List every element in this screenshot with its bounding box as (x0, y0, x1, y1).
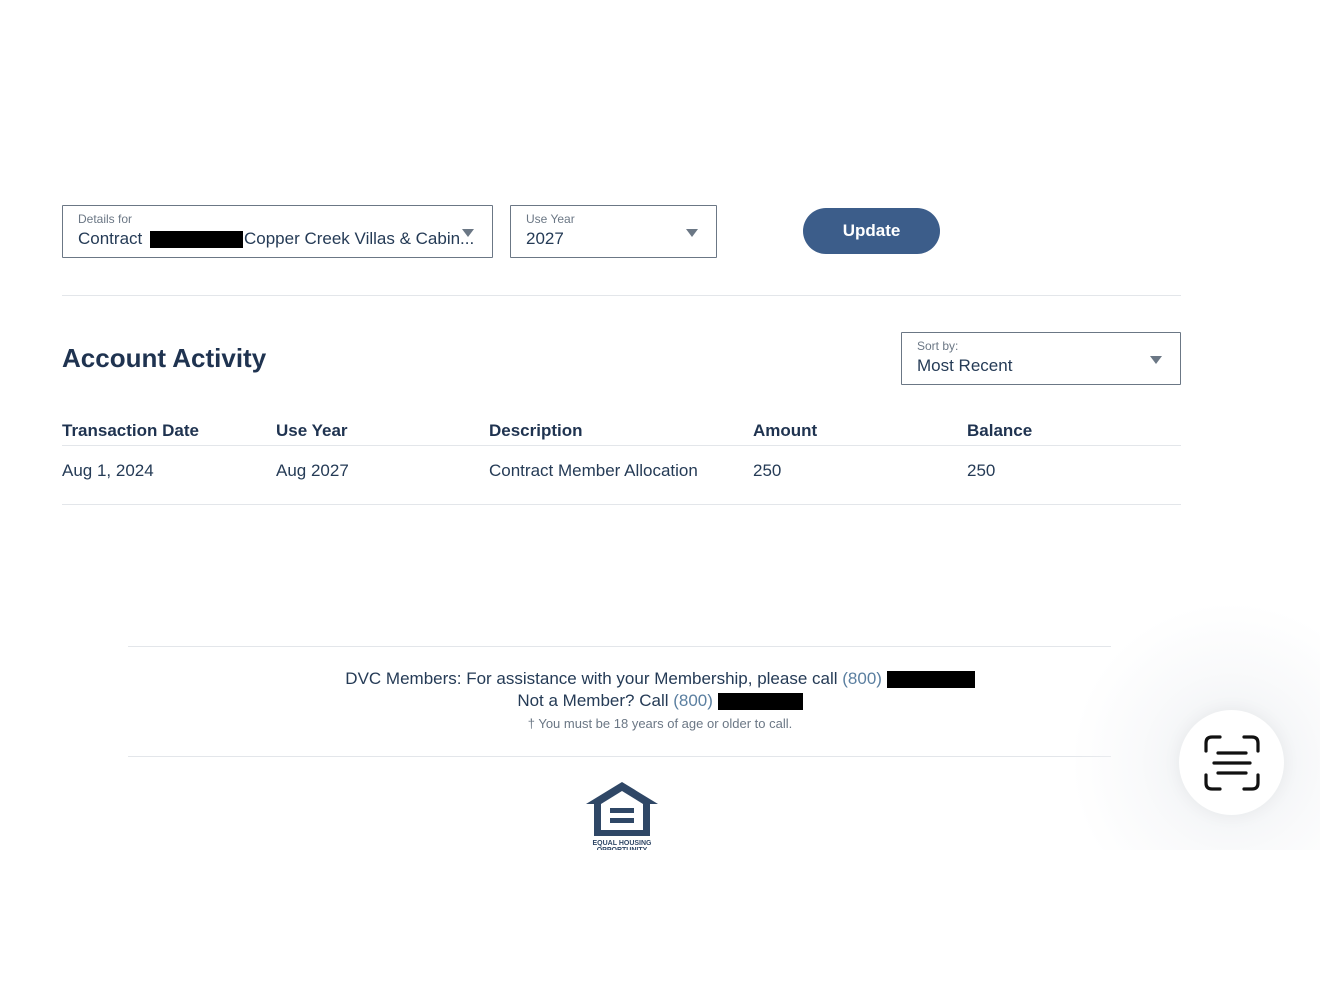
contract-prefix: Contract (78, 229, 143, 248)
table-bottom-divider (62, 504, 1181, 505)
svg-text:EQUAL HOUSING: EQUAL HOUSING (593, 840, 653, 847)
cell-transaction-date: Aug 1, 2024 (62, 461, 154, 480)
svg-text:OPPORTUNITY: OPPORTUNITY (597, 847, 648, 850)
cell-balance: 250 (967, 461, 996, 480)
chevron-down-icon (1150, 356, 1162, 364)
sort-by-label: Sort by: (917, 339, 959, 353)
use-year-label: Use Year (526, 212, 575, 226)
table-header-divider (62, 445, 1181, 446)
text-scan-icon (1203, 734, 1260, 791)
use-year-select[interactable]: Use Year 2027 (510, 205, 717, 258)
redacted-phone-number (886, 671, 975, 689)
member-phone-link[interactable]: (800) (842, 669, 882, 688)
sort-by-select[interactable]: Sort by: Most Recent (901, 332, 1181, 385)
col-balance[interactable]: Balance (967, 421, 1032, 441)
footer-divider-top (128, 646, 1111, 647)
col-use-year[interactable]: Use Year (276, 421, 348, 441)
non-member-phone-link[interactable]: (800) (673, 691, 713, 710)
details-for-select[interactable]: Details for Contract Copper Creek Villas… (62, 205, 493, 258)
chevron-down-icon (462, 229, 474, 237)
redacted-phone-number (717, 693, 803, 711)
equal-housing-logo: EQUAL HOUSING OPPORTUNITY (584, 780, 660, 854)
divider (62, 295, 1181, 296)
col-amount[interactable]: Amount (753, 421, 817, 441)
non-member-text: Not a Member? Call (517, 691, 669, 710)
text-scan-button[interactable] (1179, 710, 1284, 815)
details-for-value: Contract Copper Creek Villas & Cabin... (78, 229, 474, 249)
sort-by-value: Most Recent (917, 356, 1013, 375)
redacted-contract-number (149, 231, 243, 249)
update-button[interactable]: Update (803, 208, 940, 254)
cell-amount: 250 (753, 461, 782, 480)
chevron-down-icon (686, 229, 698, 237)
cell-use-year: Aug 2027 (276, 461, 349, 480)
footer-divider-bottom (128, 756, 1111, 757)
member-assistance-text: DVC Members: For assistance with your Me… (345, 669, 838, 688)
col-description[interactable]: Description (489, 421, 583, 441)
details-for-label: Details for (78, 212, 133, 226)
use-year-value: 2027 (526, 229, 564, 248)
account-activity-heading: Account Activity (62, 343, 267, 373)
cell-description: Contract Member Allocation (489, 461, 698, 480)
col-transaction-date[interactable]: Transaction Date (62, 421, 199, 441)
resort-name: Copper Creek Villas & Cabin... (243, 229, 475, 248)
